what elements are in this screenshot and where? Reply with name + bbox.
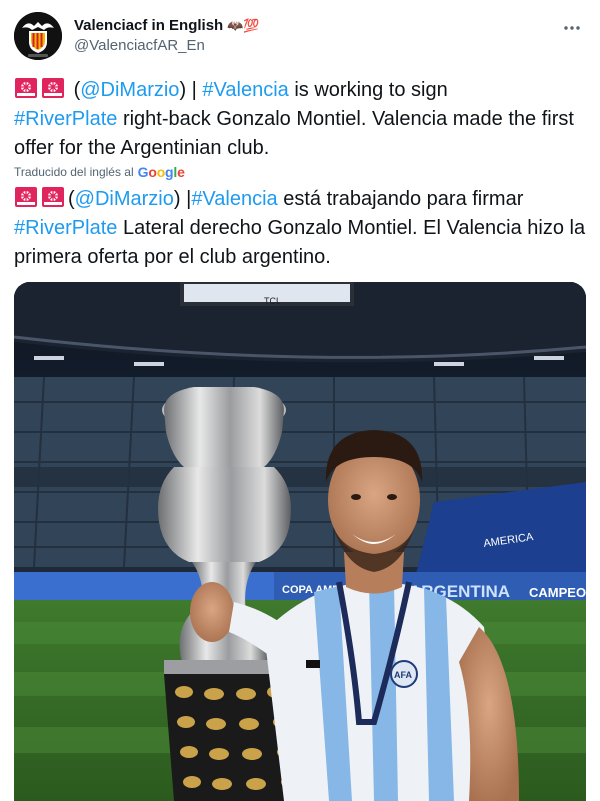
more-options-button[interactable] [560,16,584,40]
translation-label[interactable]: Traducido del inglés al Google [14,164,185,180]
hashtag-valencia[interactable]: #Valencia [202,79,288,101]
text-segment: está trabajando para firmar [277,188,524,210]
siren-icon [15,78,37,98]
hashtag-riverplate[interactable]: #RiverPlate [14,108,117,130]
valencia-bat-crest-icon [14,12,62,60]
hashtag-valencia[interactable]: #Valencia [191,188,277,210]
hashtag-riverplate[interactable]: #RiverPlate [14,217,117,239]
account-names: Valenciacf in English 🦇💯 @ValenciacfAR_E… [74,16,260,56]
tweet-text-spanish: (@DiMarzio) |#Valencia está trabajando p… [14,187,586,268]
tweet-header: Valenciacf in English 🦇💯 @ValenciacfAR_E… [14,12,586,64]
name-emojis: 🦇💯 [227,18,260,33]
account-handle[interactable]: @ValenciacfAR_En [74,36,260,56]
google-logo: Google [137,164,185,180]
tweet-photo[interactable]: TCL AMERICA COPA AMERICA ARGENTINA CAMPE… [14,282,586,801]
siren-icon [15,187,37,207]
banner-right-text: CAMPEO [529,585,586,600]
display-name[interactable]: Valenciacf in English 🦇💯 [74,16,260,36]
scoreboard-text: TCL [264,296,281,306]
more-dots-icon [564,26,580,30]
avatar[interactable] [14,12,62,60]
siren-icon [42,187,64,207]
tweet-text-english: (@DiMarzio) | #Valencia is working to si… [14,78,574,159]
separator: | [180,188,192,210]
siren-icon [42,78,64,98]
mention-dimarzio[interactable]: @DiMarzio [75,188,174,210]
mention-dimarzio[interactable]: @DiMarzio [80,79,179,101]
text-segment: is working to sign [288,79,448,101]
separator: | [186,79,203,101]
translation-label-text: Traducido del inglés al [14,165,134,179]
shirt-crest-text: AFA [394,670,413,680]
stadium-photo: TCL AMERICA COPA AMERICA ARGENTINA CAMPE… [14,282,586,801]
display-name-text: Valenciacf in English [74,17,224,34]
